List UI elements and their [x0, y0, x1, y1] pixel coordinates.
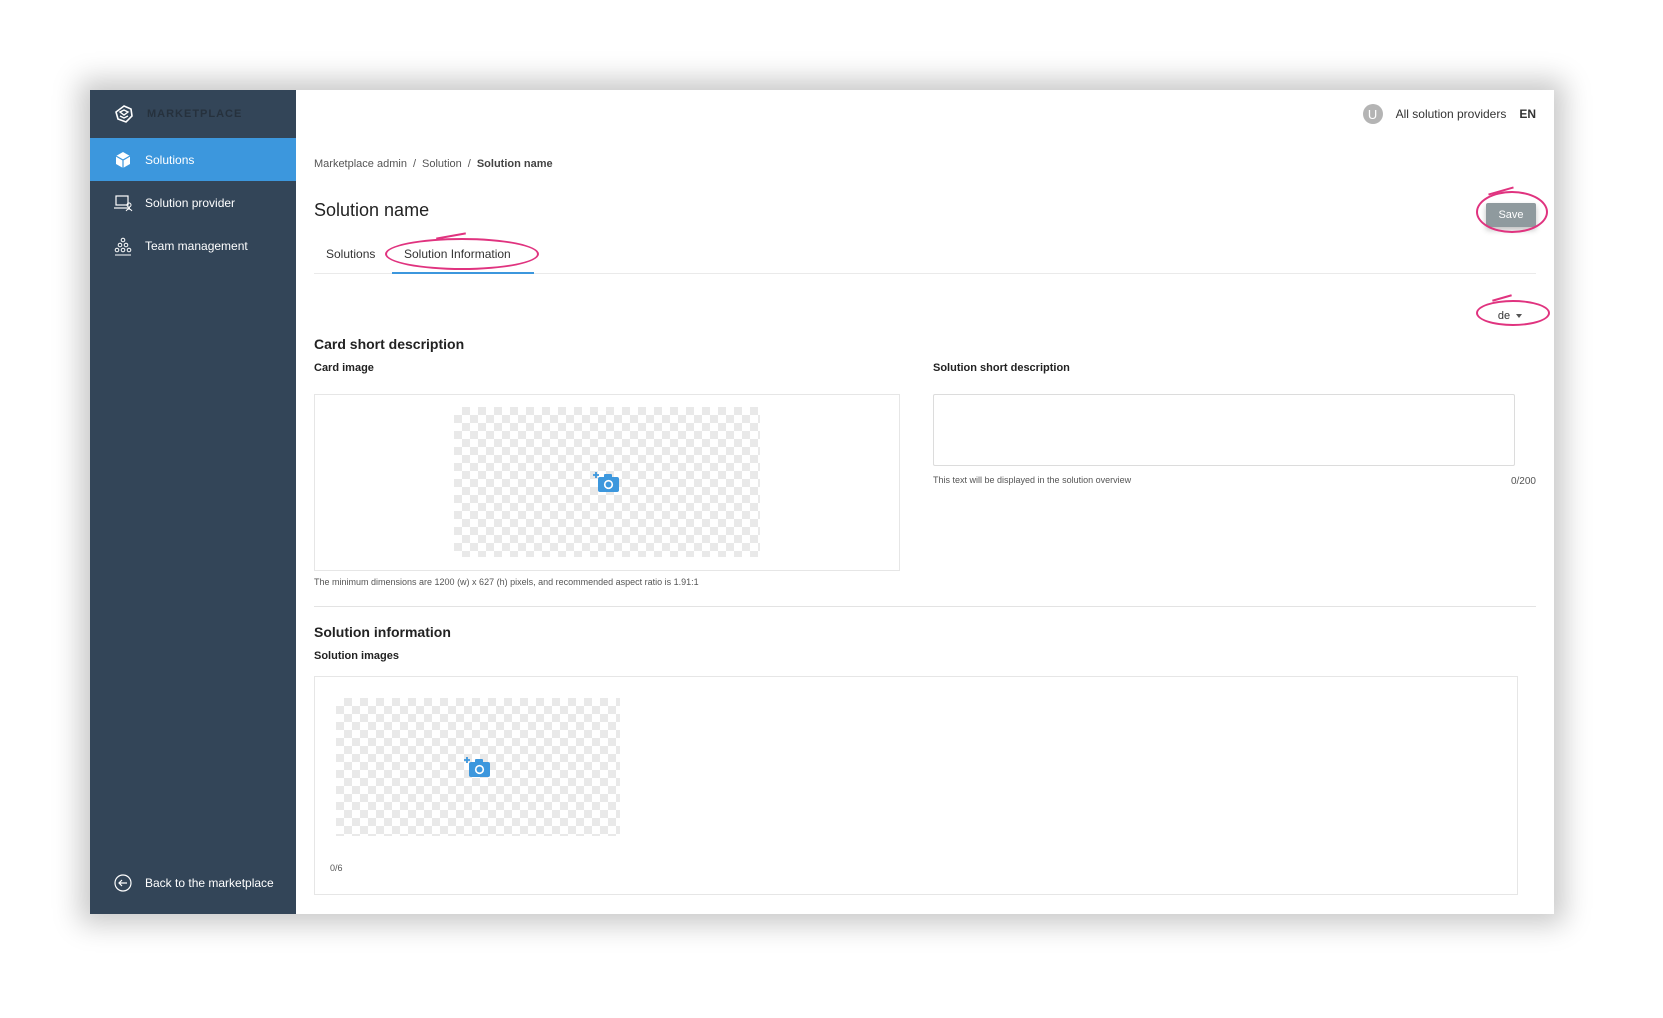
sidebar-item-team-management[interactable]: Team management: [90, 224, 296, 267]
card-image-label: Card image: [314, 362, 374, 374]
solution-image-placeholder[interactable]: [336, 698, 620, 836]
add-photo-icon[interactable]: [464, 753, 492, 781]
tab-solutions[interactable]: Solutions: [326, 247, 375, 261]
back-to-marketplace-link[interactable]: Back to the marketplace: [90, 861, 319, 904]
back-link-label: Back to the marketplace: [145, 875, 274, 890]
breadcrumb-item-marketplace-admin[interactable]: Marketplace admin: [314, 158, 407, 170]
card-image-hint: The minimum dimensions are 1200 (w) x 62…: [314, 577, 699, 587]
caret-down-icon: [1516, 314, 1523, 318]
content-language-select[interactable]: de: [1488, 305, 1532, 327]
short-description-field[interactable]: [933, 394, 1515, 466]
sidebar-item-label: Solutions: [145, 152, 195, 167]
annotation-stroke: [1488, 186, 1514, 196]
laptop-user-icon: [113, 193, 133, 213]
breadcrumb-separator: /: [412, 158, 416, 170]
breadcrumb-item-solution[interactable]: Solution: [422, 158, 462, 170]
page-title: Solution name: [314, 200, 430, 220]
app-window: MARKETPLACE Solutions Solution provider …: [90, 90, 1554, 914]
solution-images-label: Solution images: [314, 650, 399, 662]
sidebar-item-label: Solution provider: [145, 195, 236, 210]
solution-images-counter: 0/6: [330, 863, 343, 873]
sidebar-item-label: Team management: [145, 238, 248, 253]
tab-bar: Solutions Solution Information: [314, 237, 1536, 274]
section-title-card: Card short description: [314, 336, 465, 352]
save-button[interactable]: Save: [1486, 203, 1536, 227]
avatar[interactable]: U: [1362, 104, 1383, 124]
marketplace-logo-icon: [115, 105, 133, 123]
annotation-stroke: [1492, 294, 1512, 302]
short-description-hint: This text will be displayed in the solut…: [933, 475, 1132, 485]
active-tab-indicator: [392, 272, 534, 274]
content-language-value: de: [1497, 310, 1511, 322]
brand-name: MARKETPLACE: [147, 108, 243, 120]
provider-switcher[interactable]: All solution providers: [1396, 107, 1507, 121]
arrow-left-circle-icon: [113, 873, 133, 893]
breadcrumb-item-current: Solution name: [476, 158, 553, 170]
section-divider: [314, 606, 1536, 607]
add-photo-icon[interactable]: [593, 468, 621, 496]
short-description-counter: 0/200: [1510, 476, 1536, 487]
tab-solution-information[interactable]: Solution Information: [404, 247, 511, 261]
main-content: U All solution providers EN Marketplace …: [296, 90, 1554, 914]
language-switcher[interactable]: EN: [1519, 107, 1536, 121]
sidebar-item-solution-provider[interactable]: Solution provider: [90, 181, 296, 224]
sidebar-item-solutions[interactable]: Solutions: [90, 138, 296, 181]
short-description-label: Solution short description: [933, 362, 1070, 374]
cube-icon: [113, 150, 133, 170]
card-image-placeholder[interactable]: [454, 407, 760, 557]
sidebar: MARKETPLACE Solutions Solution provider …: [90, 90, 296, 914]
topbar: U All solution providers EN: [296, 90, 1554, 138]
solution-images-uploader: 0/6: [314, 676, 1518, 895]
section-title-info: Solution information: [314, 624, 451, 640]
breadcrumb: Marketplace admin / Solution / Solution …: [314, 158, 553, 170]
card-image-uploader: [314, 394, 900, 571]
team-pyramid-icon: [113, 236, 133, 256]
brand[interactable]: MARKETPLACE: [90, 90, 296, 138]
breadcrumb-separator: /: [467, 158, 471, 170]
